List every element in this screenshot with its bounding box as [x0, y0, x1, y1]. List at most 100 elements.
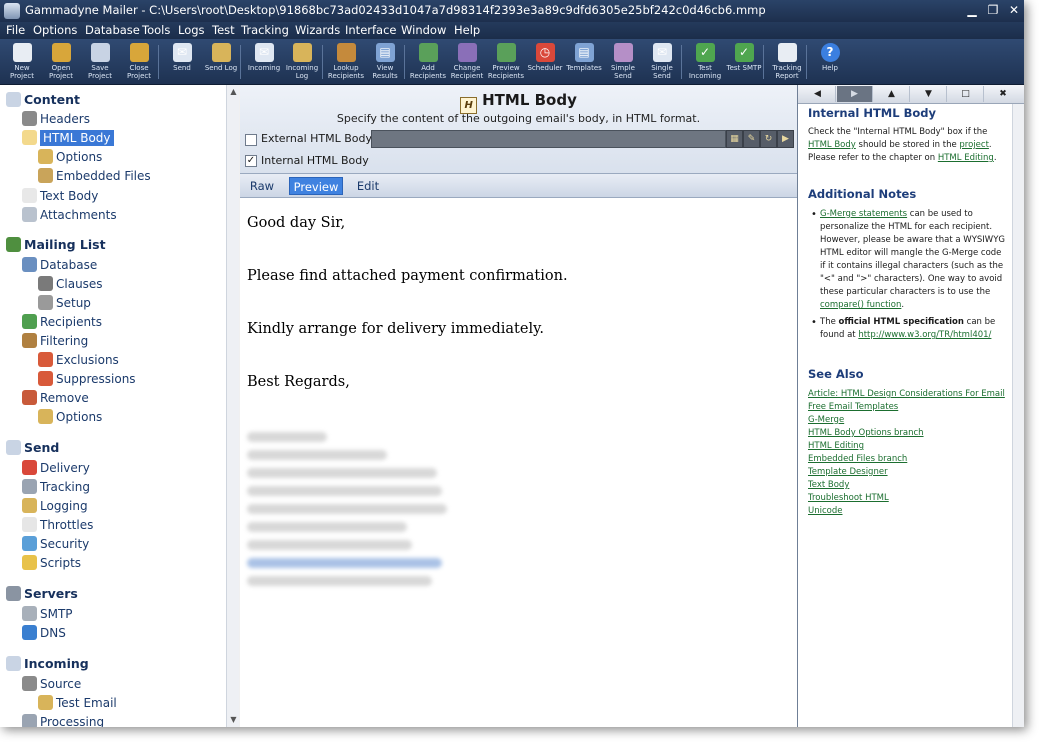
restore-button[interactable]: ❐ [982, 2, 1004, 19]
tree-item-smtp[interactable]: SMTP [22, 605, 73, 624]
toolbar-change-recipient-button[interactable]: Change Recipient [448, 41, 486, 83]
menu-database[interactable]: Database [85, 23, 140, 37]
tree-item-clauses[interactable]: Clauses [38, 275, 103, 294]
tree-item-delivery[interactable]: Delivery [22, 459, 90, 478]
title-bar[interactable]: Gammadyne Mailer - C:\Users\root\Desktop… [0, 0, 1024, 22]
help-down-button[interactable]: ▼ [911, 86, 947, 102]
tree-item-processing[interactable]: Processing [22, 713, 104, 727]
browse-folder-icon[interactable]: ▦ [726, 130, 743, 148]
tree-item-throttles[interactable]: Throttles [22, 516, 93, 535]
see-also-link[interactable]: Free Email Templates [808, 401, 898, 414]
link-project[interactable]: project [959, 140, 989, 150]
see-also-link[interactable]: Template Designer [808, 466, 888, 479]
help-up-button[interactable]: ▲ [874, 86, 910, 102]
help-scrollbar[interactable] [1012, 104, 1024, 727]
internal-html-checkbox[interactable]: ✓ [245, 155, 257, 167]
link-w3c-spec[interactable]: http://www.w3.org/TR/html401/ [858, 330, 991, 340]
tree-item-options[interactable]: Options [38, 148, 102, 167]
run-file-icon[interactable]: ▶ [777, 130, 794, 148]
toolbar-view-results-button[interactable]: ▤ View Results [366, 41, 404, 83]
help-float-button[interactable]: □ [948, 86, 984, 102]
help-back-button[interactable]: ◀ [800, 86, 836, 102]
tree-item-security[interactable]: Security [22, 535, 89, 554]
toolbar-close-project-button[interactable]: Close Project [120, 41, 158, 83]
html-preview[interactable]: Good day Sir, Please find attached payme… [240, 199, 797, 727]
minimize-button[interactable]: ▁ [961, 2, 983, 19]
menu-test[interactable]: Test [212, 23, 235, 37]
tree-item-content[interactable]: Content [6, 90, 80, 109]
tab-preview[interactable]: Preview [289, 177, 343, 195]
tree-item-incoming[interactable]: Incoming [6, 654, 89, 673]
toolbar-preview-recipients-button[interactable]: Preview Recipients [487, 41, 525, 83]
toolbar-new-project-button[interactable]: New Project [3, 41, 41, 83]
scroll-up-arrow-icon[interactable]: ▲ [228, 86, 239, 97]
toolbar-templates-button[interactable]: ▤ Templates [565, 41, 603, 83]
tree-item-attachments[interactable]: Attachments [22, 206, 117, 225]
tree-item-database[interactable]: Database [22, 256, 97, 275]
see-also-link[interactable]: Unicode [808, 505, 842, 518]
tree-item-text-body[interactable]: Text Body [22, 187, 98, 206]
reload-file-icon[interactable]: ↻ [760, 130, 777, 148]
tree-item-embedded-files[interactable]: Embedded Files [38, 167, 151, 186]
external-html-field[interactable] [371, 130, 726, 148]
menu-help[interactable]: Help [454, 23, 480, 37]
tree-item-dns[interactable]: DNS [22, 624, 66, 643]
menu-tracking[interactable]: Tracking [241, 23, 289, 37]
tree-item-source[interactable]: Source [22, 675, 81, 694]
see-also-link[interactable]: HTML Body Options branch [808, 427, 924, 440]
menu-file[interactable]: File [6, 23, 25, 37]
toolbar-save-project-button[interactable]: Save Project [81, 41, 119, 83]
toolbar-open-project-button[interactable]: Open Project [42, 41, 80, 83]
see-also-link[interactable]: Text Body [808, 479, 849, 492]
menu-interface[interactable]: Interface [345, 23, 397, 37]
tree-item-exclusions[interactable]: Exclusions [38, 351, 119, 370]
tree-item-filtering[interactable]: Filtering [22, 332, 88, 351]
scroll-down-arrow-icon[interactable]: ▼ [228, 714, 239, 725]
tree-item-html-body[interactable]: HTML Body [22, 129, 114, 148]
tree-scrollbar[interactable]: ▲ ▼ [226, 85, 239, 727]
menu-logs[interactable]: Logs [178, 23, 205, 37]
tree-item-send[interactable]: Send [6, 438, 59, 457]
menu-wizards[interactable]: Wizards [295, 23, 340, 37]
tab-edit[interactable]: Edit [350, 177, 386, 195]
see-also-link[interactable]: Article: HTML Design Considerations For … [808, 388, 1005, 401]
tree-item-tracking[interactable]: Tracking [22, 478, 90, 497]
toolbar-simple-send-button[interactable]: Simple Send [604, 41, 642, 83]
toolbar-help-button[interactable]: ? Help [811, 41, 849, 83]
tree-item-suppressions[interactable]: Suppressions [38, 370, 136, 389]
tab-raw[interactable]: Raw [244, 177, 280, 195]
toolbar-add-recipients-button[interactable]: Add Recipients [409, 41, 447, 83]
menu-tools[interactable]: Tools [142, 23, 170, 37]
toolbar-single-send-button[interactable]: ✉ Single Send [643, 41, 681, 83]
edit-file-icon[interactable]: ✎ [743, 130, 760, 148]
tree-item-scripts[interactable]: Scripts [22, 554, 81, 573]
see-also-link[interactable]: Troubleshoot HTML [808, 492, 889, 505]
toolbar-incoming-button[interactable]: ✉ Incoming [245, 41, 283, 83]
close-button[interactable]: ✕ [1003, 2, 1024, 19]
link-compare-function[interactable]: compare() function [820, 300, 901, 310]
see-also-link[interactable]: Embedded Files branch [808, 453, 907, 466]
toolbar-test-incoming-button[interactable]: ✓ Test Incoming [686, 41, 724, 83]
external-html-checkbox[interactable] [245, 134, 257, 146]
menu-window[interactable]: Window [401, 23, 446, 37]
toolbar-send-log-button[interactable]: Send Log [202, 41, 240, 83]
tree-item-setup[interactable]: Setup [38, 294, 91, 313]
see-also-link[interactable]: G-Merge [808, 414, 844, 427]
menu-options[interactable]: Options [33, 23, 77, 37]
link-html-body[interactable]: HTML Body [808, 140, 856, 150]
toolbar-scheduler-button[interactable]: ◷ Scheduler [526, 41, 564, 83]
toolbar-incoming-log-button[interactable]: Incoming Log [283, 41, 321, 83]
toolbar-send-button[interactable]: ✉ Send [163, 41, 201, 83]
tree-item-servers[interactable]: Servers [6, 584, 78, 603]
toolbar-lookup-recipients-button[interactable]: Lookup Recipients [327, 41, 365, 83]
toolbar-test-smtp-button[interactable]: ✓ Test SMTP [725, 41, 763, 83]
tree-item-remove[interactable]: Remove [22, 389, 89, 408]
link-html-editing[interactable]: HTML Editing [938, 153, 994, 163]
tree-item-options[interactable]: Options [38, 408, 102, 427]
tree-item-test-email[interactable]: Test Email [38, 694, 117, 713]
toolbar-tracking-report-button[interactable]: Tracking Report [768, 41, 806, 83]
tree-item-logging[interactable]: Logging [22, 497, 88, 516]
app-icon[interactable] [4, 3, 20, 19]
tree-item-recipients[interactable]: Recipients [22, 313, 102, 332]
help-forward-button[interactable]: ▶ [837, 86, 873, 102]
